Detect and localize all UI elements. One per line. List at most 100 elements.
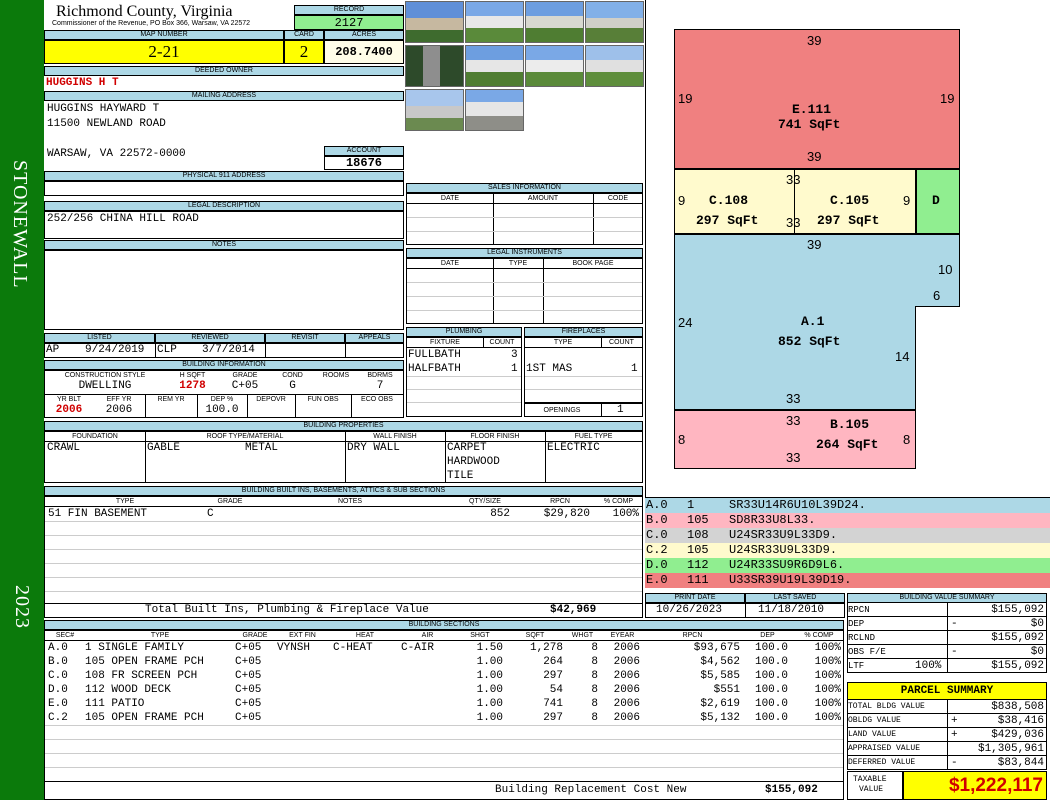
plumbing-label: PLUMBING [406, 327, 522, 337]
sketch-dimension: 33 [786, 450, 801, 465]
table-row: E.0 111 PATIO C+05 1.00 741 8 2006 $2,61… [45, 697, 843, 711]
section-heat: C-HEAT [333, 642, 373, 654]
legal-col-book-page: BOOK PAGE [572, 260, 614, 267]
replacement-cost-total: $155,092 [765, 784, 818, 796]
section-dep: 100.0 [754, 670, 788, 682]
sketch-dimension: 39 [807, 33, 822, 48]
effyr-label: EFF YR [106, 396, 132, 403]
deeded-owner-label: DEEDED OWNER [44, 66, 404, 76]
plumbing-count: 1 [511, 363, 518, 375]
section-shgt: 1.50 [476, 642, 503, 654]
openings-row: OPENINGS 1 [524, 403, 643, 417]
taxable-value: $1,222,117 [903, 771, 1047, 800]
hsqft-value: 1278 [179, 380, 206, 392]
revisit-label: REVISIT [265, 333, 345, 343]
segment-code: D.0 [646, 558, 668, 572]
roof-material-value: METAL [245, 442, 279, 454]
building-sections-label: BUILDING SECTIONS [44, 620, 844, 630]
sketch-area-label: 297 SqFt [696, 213, 759, 228]
sales-col-code: CODE [607, 195, 629, 202]
section-dep: 100.0 [754, 656, 788, 668]
reviewed-date: 3/7/2014 [202, 344, 255, 356]
section-shgt: 1.00 [476, 712, 503, 724]
section-rpcn: $4,562 [700, 656, 740, 668]
section-sec: E.0 [48, 698, 68, 710]
sketch-dimension: 33 [786, 413, 801, 428]
section-eyear: 2006 [613, 656, 640, 668]
segment-code: A.0 [646, 498, 668, 512]
sketch-segment-row: E.0 111 U33SR39U19L39D19. [645, 573, 1050, 588]
section-shgt: 1.00 [476, 684, 503, 696]
col-rpcn: RPCN [682, 632, 703, 639]
parcel-value: $1,305,961 [977, 743, 1044, 755]
section-eyear: 2006 [613, 712, 640, 724]
col-sec: SEC# [55, 632, 75, 639]
section-sqft: 1,278 [529, 642, 563, 654]
notes-label: NOTES [44, 240, 404, 250]
parcel-key: TOTAL BLDG VALUE [848, 702, 925, 711]
segment-code: E.0 [646, 573, 668, 587]
section-sec: C.2 [48, 712, 68, 724]
section-comp: 100% [814, 642, 841, 654]
section-dep: 100.0 [754, 684, 788, 696]
sketch-dimension: 33 [786, 391, 801, 406]
section-grade: C+05 [235, 684, 262, 696]
legal-instruments-label: LEGAL INSTRUMENTS [406, 248, 643, 258]
legal-description-box: 252/256 CHINA HILL ROAD [44, 211, 404, 239]
building-properties-table: FOUNDATION ROOF TYPE/MATERIAL WALL FINIS… [44, 431, 643, 483]
section-comp: 100% [814, 698, 841, 710]
col-eyear: EYEAR [610, 632, 635, 639]
col-comp: % COMP [804, 632, 834, 639]
sketch-dimension: 33 [786, 172, 801, 187]
section-sec: C.0 [48, 670, 68, 682]
section-whgt: 8 [591, 670, 598, 682]
parcel-key: DEFERRED VALUE [848, 758, 916, 767]
sales-table: DATE AMOUNT CODE [406, 193, 643, 245]
section-type: 112 WOOD DECK [85, 684, 171, 696]
section-comp: 100% [814, 670, 841, 682]
record-label: RECORD [294, 5, 404, 15]
legal-col-type: TYPE [508, 260, 528, 267]
sketch-segment-row: A.0 1 SR33U14R6U10L39D24. [645, 498, 1050, 513]
plumbing-table: FIXTURE COUNT FULLBATH 3 HALFBATH 1 [406, 337, 522, 417]
parcel-value: $429,036 [991, 729, 1044, 741]
section-rpcn: $5,585 [700, 670, 740, 682]
building-info-label: BUILDING INFORMATION [44, 360, 404, 370]
col-dep: DEP [760, 632, 775, 639]
col-whgt: WHGT [571, 632, 594, 639]
taxable-label: VALUE [859, 785, 884, 794]
sketch-dimension: 6 [933, 288, 941, 303]
built-ins-col-comp: % COMP [603, 498, 634, 505]
tax-year: 2023 [11, 585, 33, 629]
sketch-dimension: 19 [940, 91, 955, 106]
segment-number: 1 [687, 498, 695, 512]
section-grade: C+05 [235, 656, 262, 668]
bv-value: $155,092 [991, 632, 1044, 644]
col-shgt: SHGT [470, 632, 490, 639]
segment-number: 111 [687, 573, 709, 587]
fireplaces-col-type: TYPE [553, 339, 573, 346]
sketch-dimension: 33 [786, 215, 801, 230]
section-sqft: 297 [543, 670, 563, 682]
parcel-summary-title: PARCEL SUMMARY [847, 682, 1047, 700]
replacement-cost-label: Building Replacement Cost New [495, 784, 687, 796]
yrblt-label: YR BLT [57, 396, 81, 403]
account-label: ACCOUNT [324, 146, 404, 156]
dep-value: 100.0 [205, 404, 239, 416]
physical-911-box [44, 181, 404, 196]
bv-key: LTF [848, 661, 865, 671]
section-sec: A.0 [48, 642, 68, 654]
section-type: 105 OPEN FRAME PCH [85, 656, 204, 668]
mailing-line-1: HUGGINS HAYWARD T [47, 103, 160, 115]
sketch-dimension: 9 [678, 193, 686, 208]
section-type: 105 OPEN FRAME PCH [85, 712, 204, 724]
floor-finish-value: TILE [447, 470, 474, 482]
funobs-label: FUN OBS [307, 396, 339, 403]
taxable-label: TAXABLE [853, 775, 887, 784]
sketch-area-label: 264 SqFt [816, 437, 879, 452]
last-saved-value: 11/18/2010 [758, 604, 825, 616]
section-whgt: 8 [591, 684, 598, 696]
col-type: TYPE [150, 632, 170, 639]
property-photo [465, 45, 524, 87]
acres-value: 208.7400 [324, 40, 404, 64]
